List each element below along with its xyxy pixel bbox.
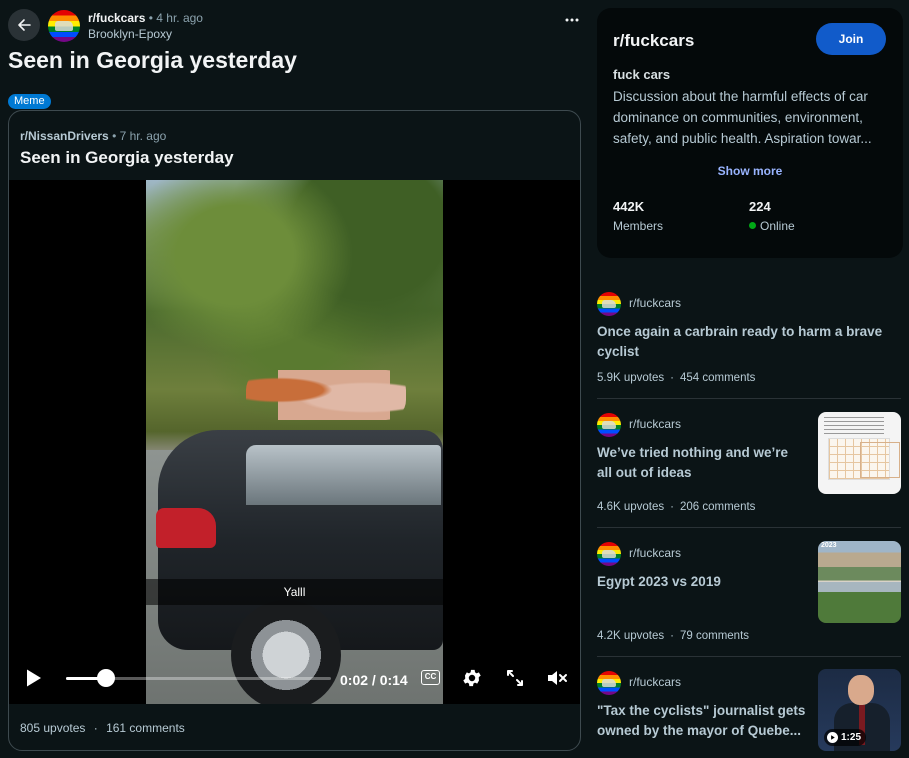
volume-muted-icon[interactable] [546,667,568,689]
video-player[interactable]: Yalll 0:02 / 0:14 CC [9,180,580,704]
related-post[interactable]: r/fuckcars We’ve tried nothing and we’re… [597,411,903,516]
subreddit-avatar[interactable] [597,413,621,437]
post-time: 4 hr. ago [156,11,203,25]
online-status-icon [749,222,756,229]
members-label: Members [613,219,664,233]
more-options-button[interactable] [560,12,584,36]
community-info-card: r/fuckcars Join fuck cars Discussion abo… [597,8,903,258]
subreddit-avatar[interactable] [48,10,80,42]
community-description: Discussion about the harmful effects of … [613,89,872,146]
subreddit-avatar[interactable] [597,542,621,566]
related-stats: 4.2K upvotes · 79 comments [597,630,750,642]
crosspost-title[interactable]: Seen in Georgia yesterday [20,148,234,168]
subreddit-avatar[interactable] [597,292,621,316]
arrow-left-icon [18,19,31,31]
online-label: Online [749,219,795,233]
related-stats: 4.6K upvotes · 206 comments [597,501,756,513]
community-name[interactable]: r/fuckcars [613,31,694,51]
crosspost-time: 7 hr. ago [119,129,167,143]
join-button[interactable]: Join [816,23,886,55]
post-title: Seen in Georgia yesterday [8,47,297,73]
divider [597,527,901,528]
crosspost-stats: 805 upvotes · 161 comments [20,721,185,735]
thumbnail-label: 2023 [821,542,837,549]
crosspost-card[interactable]: r/NissanDrivers • 7 hr. ago Seen in Geor… [8,110,581,751]
related-subreddit[interactable]: r/fuckcars [629,417,681,431]
subreddit-avatar[interactable] [597,671,621,695]
play-circle-icon [827,732,838,743]
post-author[interactable]: Brooklyn-Epoxy [88,27,172,41]
related-post[interactable]: r/fuckcars "Tax the cyclists" journalist… [597,669,903,758]
fullscreen-icon[interactable] [505,668,525,688]
related-title[interactable]: "Tax the cyclists" journalist gets owned… [597,701,807,741]
crosspost-subreddit-link[interactable]: r/NissanDrivers [20,129,109,143]
subreddit-link[interactable]: r/fuckcars [88,11,145,25]
members-count: 442K [613,199,645,214]
gear-icon[interactable] [461,667,483,689]
play-icon[interactable] [25,668,43,688]
related-thumbnail[interactable]: 1:25 [818,669,901,751]
related-post[interactable]: r/fuckcars Once again a carbrain ready t… [597,290,903,390]
video-progress-handle[interactable] [96,669,115,687]
related-thumbnail[interactable] [818,412,901,494]
post-subreddit[interactable]: r/fuckcars • 4 hr. ago [88,11,203,25]
related-thumbnail[interactable]: 2023 [818,541,901,623]
online-count: 224 [749,199,771,214]
video-duration-badge: 1:25 [824,729,867,746]
crosspost-upvotes: 805 upvotes [20,721,86,735]
post-flair[interactable]: Meme [8,94,51,109]
video-caption: Yalll [283,585,306,599]
crosspost-comments[interactable]: 161 comments [106,721,185,735]
divider [597,656,901,657]
related-post[interactable]: r/fuckcars Egypt 2023 vs 2019 4.2K upvot… [597,540,903,645]
related-title[interactable]: Egypt 2023 vs 2019 [597,572,802,592]
related-title[interactable]: Once again a carbrain ready to harm a br… [597,322,897,362]
divider [597,398,901,399]
related-subreddit[interactable]: r/fuckcars [629,675,681,689]
back-button[interactable] [8,9,40,41]
show-more-button[interactable]: Show more [597,164,903,178]
closed-captions-icon[interactable]: CC [421,670,440,685]
related-subreddit[interactable]: r/fuckcars [629,296,681,310]
related-subreddit[interactable]: r/fuckcars [629,546,681,560]
related-title[interactable]: We’ve tried nothing and we’re all out of… [597,443,802,483]
crosspost-subreddit[interactable]: r/NissanDrivers • 7 hr. ago [20,129,166,143]
more-horizontal-icon [565,18,579,22]
video-frame [146,180,443,704]
video-time: 0:02 / 0:14 [340,672,408,688]
community-tagline: fuck cars [613,67,671,82]
related-stats: 5.9K upvotes · 454 comments [597,372,756,384]
